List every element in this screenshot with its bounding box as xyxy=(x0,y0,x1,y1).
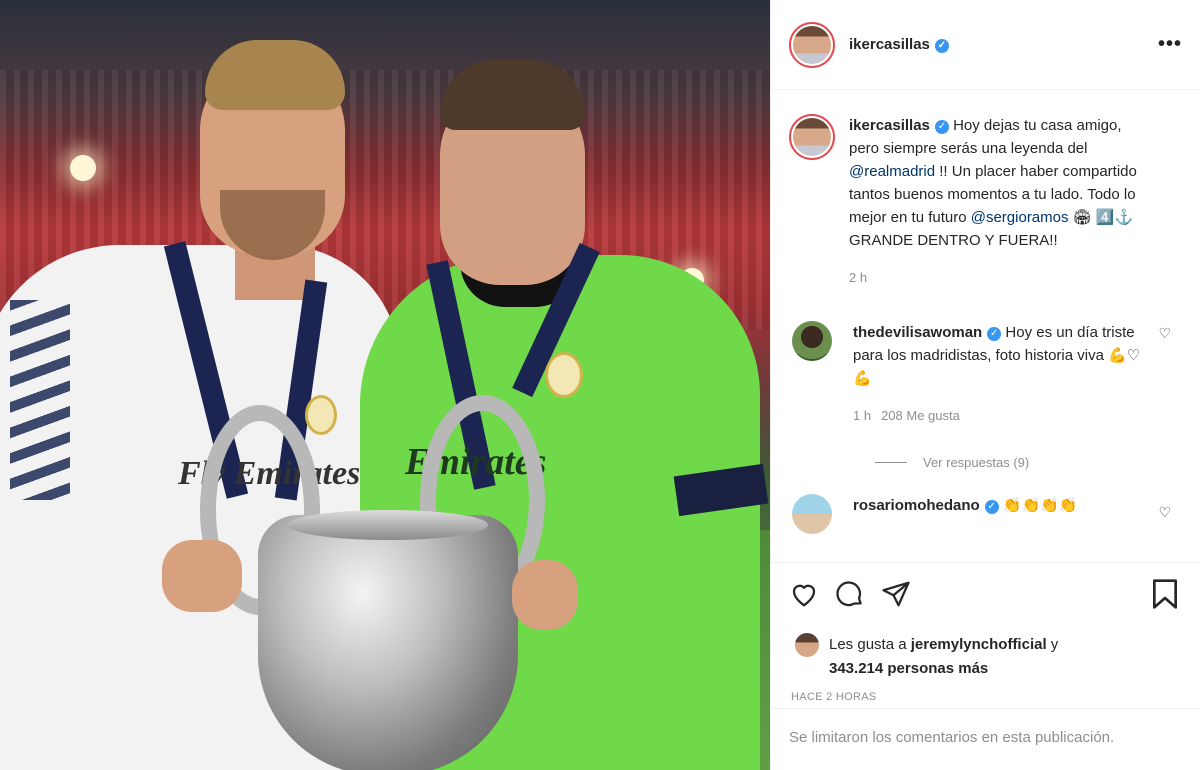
post-username[interactable]: ikercasillas ✓ xyxy=(849,36,949,53)
post-timestamp[interactable]: HACE 2 HORAS xyxy=(791,691,1183,703)
post-actions: Les gusta a jeremylynchofficial y 343.21… xyxy=(771,562,1200,703)
like-comment-heart-icon[interactable]: ♡ xyxy=(1158,325,1171,342)
heart-icon[interactable] xyxy=(789,580,819,608)
avatar-image xyxy=(793,25,831,64)
view-replies-label[interactable]: Ver respuestas (9) xyxy=(923,455,1029,470)
hand xyxy=(512,560,578,630)
post-header: ikercasillas ✓ ••• xyxy=(771,0,1200,90)
comment-username[interactable]: rosariomohedano xyxy=(853,497,980,514)
liker-username[interactable]: jeremylynchofficial xyxy=(911,636,1047,653)
likes-suffix: y xyxy=(1046,636,1059,653)
caption-time[interactable]: 2 h xyxy=(849,266,1149,289)
verified-icon: ✓ xyxy=(934,120,949,134)
avatar[interactable] xyxy=(792,321,832,361)
username-text[interactable]: ikercasillas xyxy=(849,36,930,53)
mention-link[interactable]: @sergioramos xyxy=(971,209,1069,226)
verified-icon: ✓ xyxy=(984,500,999,514)
comment-body: 👏👏👏👏 xyxy=(1002,497,1078,514)
comment-icon[interactable] xyxy=(835,579,865,609)
sleeve-stripes xyxy=(10,300,70,500)
share-icon[interactable] xyxy=(881,579,911,609)
post-sidebar: ikercasillas ✓ ••• ikercasillas ✓ Hoy deja… xyxy=(770,0,1200,770)
comment-meta: 1 h 208 Me gusta xyxy=(853,404,1143,427)
verified-icon: ✓ xyxy=(987,327,1002,341)
post-photo[interactable]: Fly Emirates Emirates xyxy=(0,0,770,770)
like-comment-heart-icon[interactable]: ♡ xyxy=(1158,504,1171,521)
comment-username[interactable]: thedevilisawoman xyxy=(853,324,982,341)
club-crest xyxy=(305,395,337,435)
player-hair xyxy=(440,60,585,130)
replies-divider xyxy=(875,462,907,463)
comment-likes[interactable]: 208 Me gusta xyxy=(881,408,960,423)
player-hair xyxy=(205,40,345,110)
comment-text: thedevilisawoman ✓ Hoy es un día triste p… xyxy=(853,321,1143,427)
caption: ikercasillas ✓ Hoy dejas tu casa amigo, p… xyxy=(789,114,1183,289)
avatar-image xyxy=(793,118,831,156)
action-bar xyxy=(789,577,1183,611)
view-replies-button[interactable]: Ver respuestas (9) xyxy=(875,455,1183,470)
liker-avatar[interactable] xyxy=(795,633,819,657)
bookmark-icon[interactable] xyxy=(1151,578,1179,610)
caption-body: GRANDE DENTRO Y FUERA!! xyxy=(849,232,1058,249)
comments-limited-notice: Se limitaron los comentarios en esta pub… xyxy=(771,708,1200,770)
likes-text: Les gusta a jeremylynchofficial y 343.21… xyxy=(829,633,1058,681)
trophy-rim xyxy=(288,510,488,540)
stadium-light xyxy=(70,155,96,181)
hand xyxy=(162,540,242,612)
caption-text: ikercasillas ✓ Hoy dejas tu casa amigo, p… xyxy=(849,114,1149,289)
comment-text: rosariomohedano ✓ 👏👏👏👏 xyxy=(853,494,1143,534)
comment: thedevilisawoman ✓ Hoy es un día triste p… xyxy=(789,321,1183,427)
likes-prefix: Les gusta a xyxy=(829,636,911,653)
comments-section[interactable]: ikercasillas ✓ Hoy dejas tu casa amigo, p… xyxy=(771,90,1200,562)
more-horizontal-icon[interactable]: ••• xyxy=(1158,33,1182,56)
mention-link[interactable]: @realmadrid xyxy=(849,163,935,180)
avatar[interactable] xyxy=(789,21,835,68)
club-crest xyxy=(545,352,583,398)
verified-icon: ✓ xyxy=(934,39,949,53)
likes-summary: Les gusta a jeremylynchofficial y 343.21… xyxy=(789,633,1183,681)
likes-count[interactable]: 343.214 personas más xyxy=(829,660,988,677)
avatar[interactable] xyxy=(789,114,835,160)
comment-time[interactable]: 1 h xyxy=(853,408,871,423)
champions-league-trophy xyxy=(258,515,518,770)
caption-username[interactable]: ikercasillas xyxy=(849,117,930,134)
comment: rosariomohedano ✓ 👏👏👏👏 ♡ xyxy=(789,494,1183,534)
avatar[interactable] xyxy=(792,494,832,534)
caption-emoji: 🏟 4️⃣⚓ xyxy=(1068,209,1134,226)
